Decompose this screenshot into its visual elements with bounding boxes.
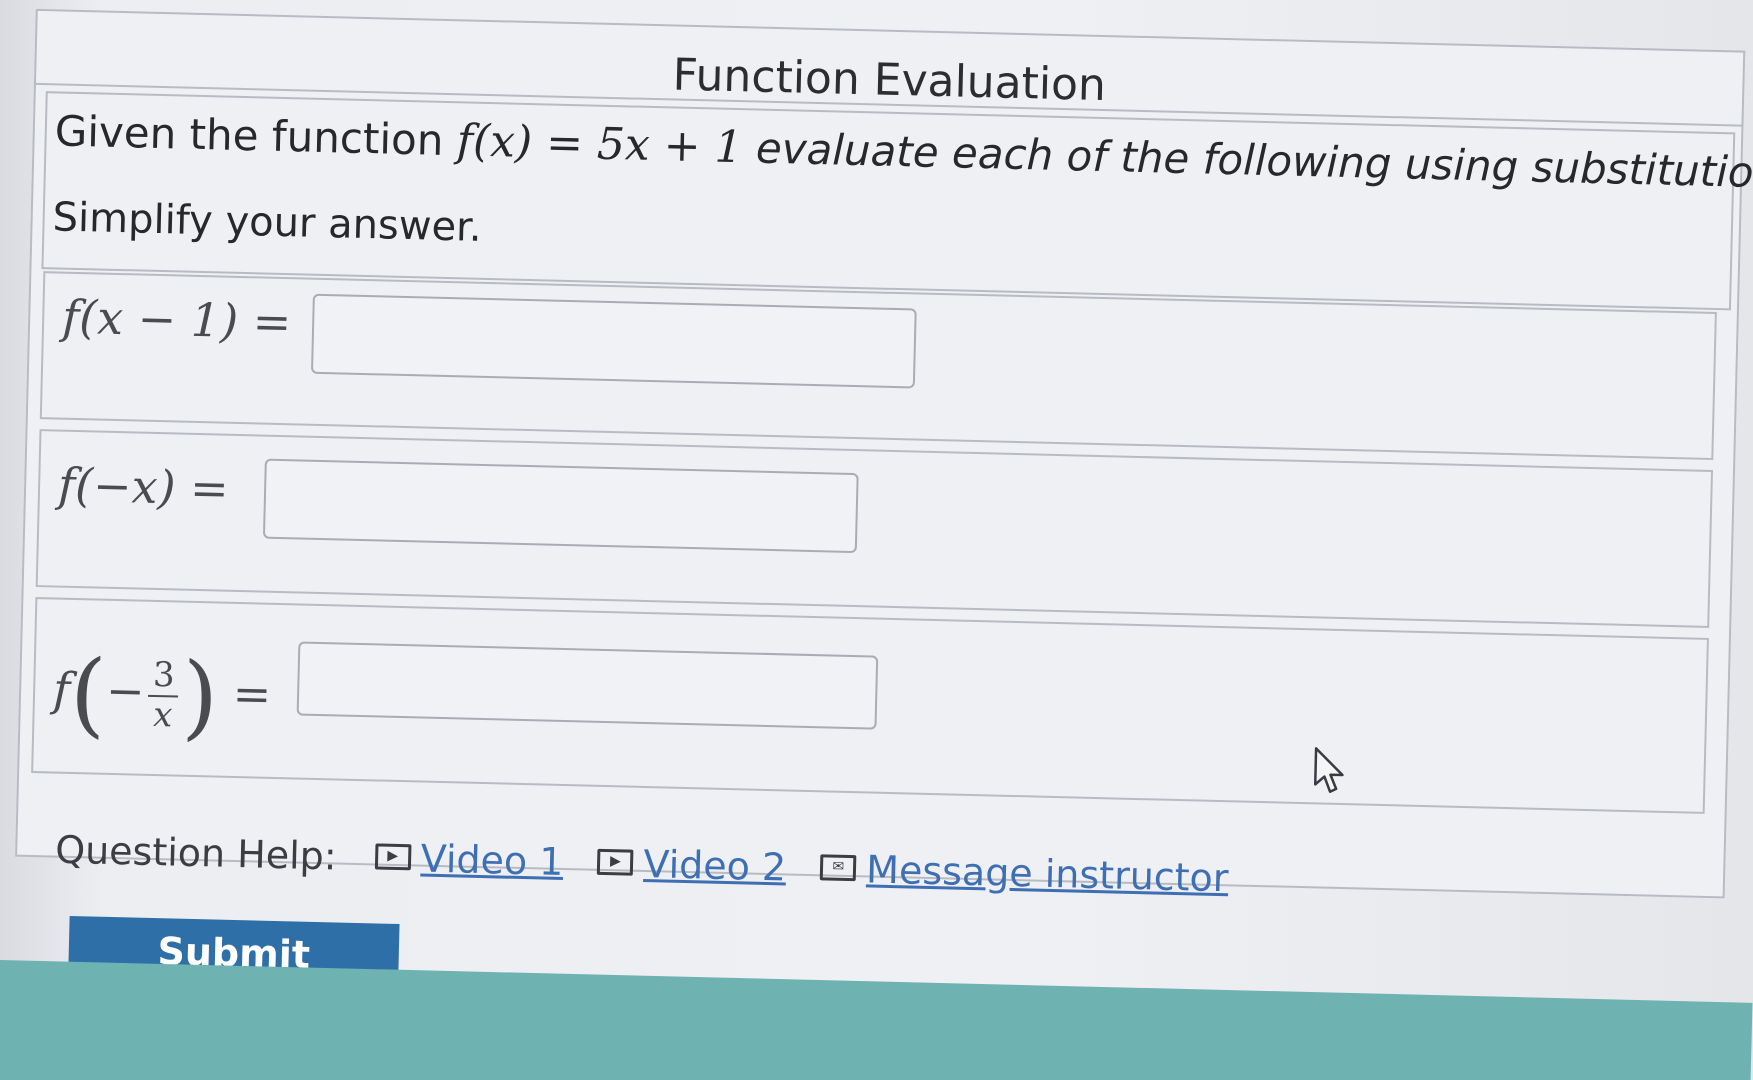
part-3-fraction-denominator: x (152, 694, 173, 735)
question-title: Function Evaluation (672, 49, 1107, 112)
mouse-pointer-icon (1313, 747, 1344, 793)
message-instructor-link[interactable]: Message instructor (866, 847, 1229, 900)
video-2-link[interactable]: Video 2 (643, 842, 787, 889)
part-1-answer-input[interactable] (310, 293, 917, 389)
part-2-answer-input[interactable] (262, 458, 859, 554)
part-3-function-name: f (52, 662, 71, 717)
part-3-fraction: 3x (148, 655, 180, 735)
part-3-minus-sign: − (105, 663, 146, 719)
envelope-icon: ✉ (819, 853, 857, 881)
prompt-function: f(x) = 5x + 1 (456, 115, 744, 174)
play-box-icon: ▶ (374, 842, 412, 870)
part-3-fraction-numerator: 3 (148, 655, 180, 698)
video-1-link[interactable]: Video 1 (420, 837, 564, 884)
screen: Function Evaluation Given the function f… (0, 0, 1753, 1080)
question-help-label: Question Help: (54, 827, 338, 879)
part-1-label: f(x − 1) = (61, 289, 292, 350)
prompt-text-before: Given the function (54, 106, 458, 166)
prompt-text-after: evaluate each of the following using sub… (742, 123, 1753, 198)
part-3-open-paren: ( (68, 639, 108, 748)
part-3-label: f(− 3 x) = (52, 640, 273, 752)
part-2-label: f(−x) = (57, 457, 230, 516)
simplify-instruction: Simplify your answer. (52, 194, 483, 251)
part-3-equals: = (232, 666, 272, 722)
part-3-close-paren: ) (180, 642, 220, 751)
play-box-icon: ▶ (597, 848, 634, 876)
part-3-answer-input[interactable] (296, 641, 879, 730)
page-content: Function Evaluation Given the function f… (0, 0, 1753, 1080)
